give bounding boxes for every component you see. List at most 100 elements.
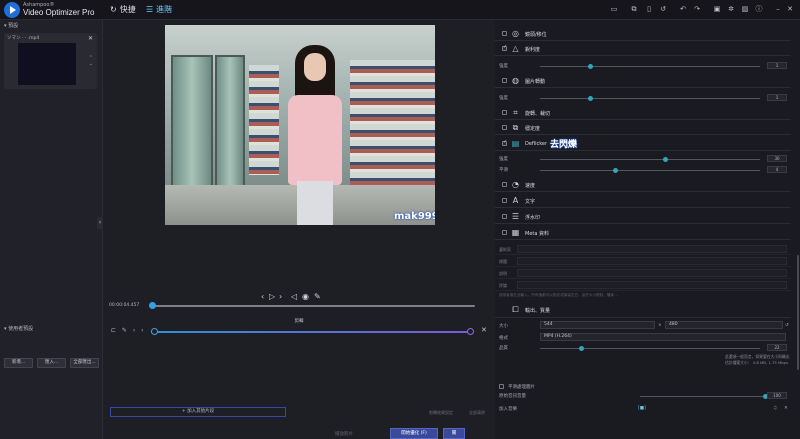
prev-frame-icon[interactable]: ‹ bbox=[261, 292, 264, 301]
eye-icon[interactable]: ◉ bbox=[302, 292, 309, 301]
wb-slider[interactable]: 強度 1 bbox=[495, 94, 791, 103]
timecode: 00:00:04.457 bbox=[109, 303, 140, 308]
clear-all-link[interactable]: 全部清除 bbox=[469, 410, 485, 416]
right-panel: ◎鏡頭/移位 △銳利度 強度1 ◍圖片轉動 強度1 ⌗旋轉、裁切 ⧉穩定度 ▤D… bbox=[495, 20, 800, 439]
deflicker-strength-slider[interactable]: 強度 30 bbox=[495, 155, 791, 164]
paste-icon[interactable]: ▯ bbox=[645, 5, 653, 13]
size-row: 大小 544 × 480 ↺ bbox=[499, 321, 789, 329]
checkbox[interactable] bbox=[502, 230, 507, 235]
timeline-tools-icon[interactable]: ⊏ ✎ › ‹ bbox=[111, 327, 146, 334]
seek-bar[interactable] bbox=[153, 305, 475, 307]
deinterlace-row[interactable]: 平滑處理圖片 bbox=[495, 382, 791, 392]
checkbox[interactable] bbox=[502, 139, 507, 146]
minimize-icon[interactable]: – bbox=[774, 5, 782, 13]
sharpness-slider[interactable]: 強度 1 bbox=[495, 62, 791, 71]
metadata-icon: ▦ bbox=[511, 228, 520, 237]
seek-thumb[interactable] bbox=[149, 302, 156, 309]
close-icon[interactable]: ✕ bbox=[786, 5, 794, 13]
tab-advanced[interactable]: ☰ 進階 bbox=[146, 4, 172, 15]
tab-quick[interactable]: ↻ 快捷 bbox=[110, 4, 136, 15]
trim-start-handle[interactable] bbox=[151, 328, 158, 335]
info-icon[interactable]: ⓘ bbox=[755, 5, 763, 13]
scrollbar[interactable] bbox=[797, 255, 799, 370]
left-panel: ▾ 預設 ソマン · · .mp4 ✕ ⌃ ⌄ ▾ 使用者預設 新增... 匯入.… bbox=[0, 20, 103, 439]
filter-row[interactable]: ▤Deflicker bbox=[495, 137, 791, 151]
meta-artist-field[interactable] bbox=[517, 245, 787, 253]
sharpness-icon: △ bbox=[512, 44, 519, 53]
scroll-arrows-icon[interactable]: ⌃ ⌄ bbox=[89, 55, 93, 67]
checkbox[interactable] bbox=[499, 384, 504, 389]
filter-row[interactable]: ☰ 浮水印 bbox=[495, 210, 791, 224]
preset-card[interactable]: ソマン · · .mp4 ✕ ⌃ ⌄ bbox=[4, 33, 97, 89]
reset-size-icon[interactable]: ↺ bbox=[785, 323, 789, 328]
deflicker-annotation: 去閃爍 bbox=[550, 140, 578, 150]
trim-settings-link[interactable]: 剪輯效果設定 bbox=[429, 410, 453, 416]
reset-icon[interactable]: ↺ bbox=[659, 5, 667, 13]
meta-description-field[interactable] bbox=[517, 269, 787, 277]
meta-row: 說明 bbox=[495, 268, 791, 279]
undo-icon[interactable]: ↶ bbox=[679, 5, 687, 13]
meta-row: 標題 bbox=[495, 256, 791, 267]
remove-trim-icon[interactable]: ✕ bbox=[481, 326, 487, 334]
checkbox[interactable] bbox=[502, 44, 507, 51]
audio-volume-slider[interactable]: 原始音訊音量 100 bbox=[495, 392, 791, 401]
text-icon: A bbox=[512, 196, 519, 205]
meta-title-field[interactable] bbox=[517, 257, 787, 265]
filter-row[interactable]: ⌗ 旋轉、裁切 bbox=[495, 106, 791, 120]
trim-range[interactable] bbox=[151, 331, 471, 333]
quality-slider[interactable]: 品質 22 bbox=[495, 344, 791, 353]
format-select[interactable]: MP4 (H.264) bbox=[540, 333, 786, 341]
folder-icon[interactable]: ▭ bbox=[610, 5, 618, 13]
new-button[interactable]: 新增... bbox=[4, 358, 33, 368]
close-icon[interactable]: ✕ bbox=[88, 35, 93, 42]
play-icon[interactable]: ▷ bbox=[269, 292, 275, 301]
redo-icon[interactable]: ↷ bbox=[693, 5, 701, 13]
eyedropper-icon[interactable]: ✎ bbox=[314, 292, 321, 301]
music-note-icon[interactable]: ♫ bbox=[773, 406, 777, 411]
extra-button[interactable]: 關 bbox=[443, 428, 465, 439]
timeline-label: 剪輯 bbox=[294, 319, 304, 324]
filter-row[interactable]: △銳利度 bbox=[495, 42, 791, 56]
filter-row[interactable]: A 文字 bbox=[495, 194, 791, 208]
collapse-left-icon[interactable]: ‹ bbox=[97, 217, 103, 229]
checkbox[interactable] bbox=[502, 198, 507, 203]
add-clip-button[interactable]: + 加入其他片段 bbox=[110, 407, 286, 417]
filter-row[interactable]: ◍ 圖片轉動 bbox=[495, 74, 791, 88]
meta-comment-field[interactable] bbox=[517, 281, 787, 289]
width-input[interactable]: 544 bbox=[540, 321, 655, 329]
checkbox[interactable] bbox=[502, 214, 507, 219]
play-video-link[interactable]: 播放影片 bbox=[335, 431, 353, 437]
filter-row[interactable]: ◎ 鏡頭/移位 bbox=[495, 27, 791, 41]
trim-end-handle[interactable] bbox=[467, 328, 474, 335]
export-all-button[interactable]: 全部匯出... bbox=[70, 358, 99, 368]
image-icon[interactable]: ▨ bbox=[741, 5, 749, 13]
chat-icon[interactable]: ▣ bbox=[713, 5, 721, 13]
checkbox[interactable] bbox=[502, 182, 507, 187]
user-presets-header[interactable]: ▾ 使用者預設 bbox=[4, 325, 33, 332]
start-optimize-button[interactable]: 開始優化 (F) bbox=[390, 428, 438, 439]
stabilize-icon: ⧉ bbox=[512, 123, 519, 132]
globe-icon: ◍ bbox=[512, 76, 519, 85]
preset-thumbnail bbox=[18, 43, 76, 85]
import-button[interactable]: 匯入... bbox=[37, 358, 66, 368]
music-toggle-icon[interactable]: [■] bbox=[638, 406, 646, 411]
remove-music-icon[interactable]: ✕ bbox=[784, 406, 788, 411]
copy-icon[interactable]: ⧉ bbox=[630, 5, 638, 13]
gear-icon[interactable]: ✲ bbox=[727, 5, 735, 13]
watermark-text: mak999 bbox=[394, 211, 435, 222]
filter-row[interactable]: ⧉ 穩定度 bbox=[495, 121, 791, 135]
volume-icon[interactable]: ◁ bbox=[291, 292, 297, 301]
checkbox[interactable] bbox=[502, 31, 507, 36]
deflicker-smooth-slider[interactable]: 平滑 4 bbox=[495, 166, 791, 175]
next-frame-icon[interactable]: › bbox=[279, 292, 282, 301]
checkbox[interactable] bbox=[502, 110, 507, 115]
presets-header[interactable]: ▾ 預設 bbox=[4, 22, 18, 29]
filter-row[interactable]: ▦ Meta 資料 bbox=[495, 226, 791, 240]
output-header[interactable]: ⧠ 輸出、質量 bbox=[495, 303, 791, 318]
lens-icon: ◎ bbox=[512, 29, 519, 38]
filter-row[interactable]: ◔ 速度 bbox=[495, 178, 791, 192]
height-input[interactable]: 480 bbox=[665, 321, 783, 329]
add-music-row[interactable]: 加入音樂 [■] ♫ ✕ bbox=[495, 404, 791, 414]
checkbox[interactable] bbox=[502, 125, 507, 130]
checkbox[interactable] bbox=[502, 78, 507, 83]
